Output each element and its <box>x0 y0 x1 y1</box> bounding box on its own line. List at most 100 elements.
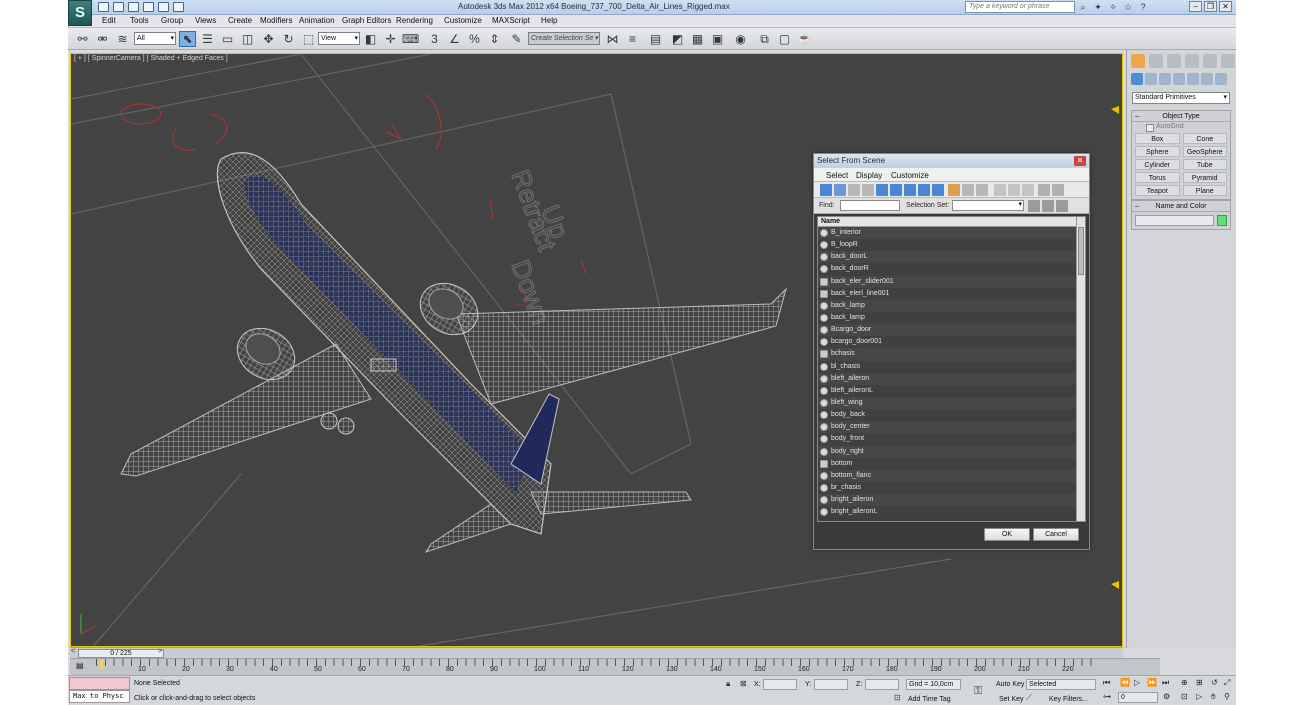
edit-named-selection-icon[interactable]: ✎ <box>508 31 525 47</box>
minimize-icon[interactable]: – <box>1189 1 1202 12</box>
pan-icon[interactable]: ✋︎ <box>1211 692 1216 702</box>
select-and-rotate-icon[interactable]: ↻ <box>280 31 297 47</box>
display-invert-icon[interactable] <box>976 184 988 196</box>
autogrid-checkbox[interactable]: AutoGrid <box>1132 122 1230 132</box>
dialog-title-bar[interactable]: Select From Scene ✕ <box>814 154 1089 168</box>
display-tab-icon[interactable] <box>1203 54 1217 68</box>
list-item[interactable]: bottom_flanc <box>818 469 1077 482</box>
display-space-warps-icon[interactable] <box>890 184 902 196</box>
list-item[interactable]: bleft_aileron <box>818 372 1077 385</box>
menu-tools[interactable]: Tools <box>130 16 149 25</box>
list-item[interactable]: back_doorR <box>818 263 1077 276</box>
menu-create[interactable]: Create <box>228 16 252 25</box>
orbit-icon[interactable]: ↺ <box>1211 678 1218 687</box>
render-production-icon[interactable]: ☕ <box>796 31 813 47</box>
rendered-frame-window-icon[interactable]: ▢ <box>776 31 793 47</box>
maxscript-listener-output[interactable] <box>69 677 130 690</box>
window-crossing-icon[interactable]: ◫ <box>239 31 256 47</box>
shapes-icon[interactable] <box>1145 73 1157 85</box>
align-icon[interactable]: ≡ <box>624 31 641 47</box>
filter-icon[interactable] <box>1038 184 1050 196</box>
list-item[interactable]: body_center <box>818 421 1077 434</box>
menu-help[interactable]: Help <box>541 16 557 25</box>
search-input[interactable]: Type a keyword or phrase <box>965 1 1075 13</box>
cone-button[interactable]: Cone <box>1182 133 1227 144</box>
display-geometry-icon[interactable] <box>820 184 832 196</box>
app-logo-icon[interactable]: S <box>68 0 92 26</box>
set-key-icon[interactable]: ⟋ <box>1026 693 1032 703</box>
display-lights-icon[interactable] <box>848 184 860 196</box>
display-groups-icon[interactable] <box>904 184 916 196</box>
add-to-selection-set-icon[interactable] <box>1042 200 1054 212</box>
time-configuration-icon[interactable]: ⚙ <box>1163 692 1170 701</box>
restore-icon[interactable]: ❐ <box>1204 1 1217 12</box>
previous-frame-icon[interactable]: ⏪ <box>1120 678 1130 687</box>
select-manipulate-icon[interactable]: ✛ <box>382 31 399 47</box>
name-and-color-title[interactable]: Name and Color <box>1132 201 1230 212</box>
subscription-icon[interactable]: ✦ <box>1093 2 1103 12</box>
render-setup-icon[interactable]: ⧉ <box>756 31 773 47</box>
selection-filter-dropdown[interactable]: All <box>134 32 176 45</box>
spinner-snap-icon[interactable]: ⇕ <box>486 31 503 47</box>
list-item[interactable]: B_interior <box>818 227 1077 240</box>
list-item[interactable]: body_back <box>818 409 1077 422</box>
list-item[interactable]: back_elerl_line001 <box>818 287 1077 300</box>
walk-through-icon[interactable]: ⚲ <box>1224 692 1230 701</box>
mirror-icon[interactable]: ⋈ <box>604 31 621 47</box>
cylinder-button[interactable]: Cylinder <box>1135 159 1180 170</box>
absolute-mode-icon[interactable]: ⊠ <box>740 679 747 688</box>
favorites-star-icon[interactable]: ☆ <box>1123 2 1133 12</box>
object-color-swatch[interactable] <box>1217 215 1227 226</box>
snaps-toggle-icon[interactable]: 3 <box>426 31 443 47</box>
key-icon[interactable]: ⚿ <box>974 685 982 698</box>
key-mode-toggle-icon[interactable]: ⊶ <box>1103 692 1111 701</box>
x-coordinate-field[interactable] <box>763 679 797 690</box>
list-item[interactable]: bl_chasis <box>818 360 1077 373</box>
selection-set-dropdown[interactable] <box>952 200 1024 211</box>
list-item[interactable]: bright_aileron <box>818 494 1077 507</box>
close-icon[interactable]: ✕ <box>1074 156 1086 166</box>
select-and-scale-icon[interactable]: ⬚ <box>300 31 317 47</box>
create-tab-icon[interactable] <box>1131 54 1145 68</box>
next-frame-icon[interactable]: ⏩ <box>1147 678 1157 687</box>
create-selection-set-icon[interactable] <box>1028 200 1040 212</box>
zoom-all-icon[interactable]: ⊞ <box>1196 678 1203 687</box>
box-button[interactable]: Box <box>1135 133 1180 144</box>
motion-tab-icon[interactable] <box>1185 54 1199 68</box>
curve-editor-icon[interactable]: ▦ <box>689 31 706 47</box>
dialog-menu-customize[interactable]: Customize <box>891 171 929 180</box>
selection-lock-icon[interactable]: 🔒︎ <box>726 679 730 689</box>
set-key-button[interactable]: Set Key <box>999 696 1024 703</box>
object-name-field[interactable] <box>1135 215 1215 226</box>
ok-button[interactable]: OK <box>984 528 1030 541</box>
modify-tab-icon[interactable] <box>1149 54 1163 68</box>
cameras-icon[interactable] <box>1173 73 1185 85</box>
menu-animation[interactable]: Animation <box>299 16 335 25</box>
hierarchy-tab-icon[interactable] <box>1167 54 1181 68</box>
list-item[interactable]: bright_aileronL <box>818 506 1077 519</box>
geometry-icon[interactable] <box>1131 73 1143 85</box>
select-object-icon[interactable]: ⬉ <box>179 31 196 47</box>
pyramid-button[interactable]: Pyramid <box>1182 172 1227 183</box>
maximize-viewport-icon[interactable]: ⤢ <box>1224 678 1230 688</box>
menu-graph-editors[interactable]: Graph Editors <box>342 16 391 25</box>
dialog-menu-display[interactable]: Display <box>856 171 882 180</box>
select-and-link-icon[interactable]: ⚯ <box>74 31 91 47</box>
object-type-title[interactable]: Object Type <box>1132 111 1230 122</box>
pivot-center-icon[interactable]: ◧ <box>362 31 379 47</box>
select-all-icon[interactable] <box>994 184 1006 196</box>
play-icon[interactable]: ▷ <box>1134 678 1140 687</box>
y-coordinate-field[interactable] <box>814 679 848 690</box>
rectangular-selection-icon[interactable]: ▭ <box>219 31 236 47</box>
hold-icon[interactable] <box>173 2 184 12</box>
close-icon[interactable]: ✕ <box>1219 1 1232 12</box>
list-scrollbar-thumb[interactable] <box>1078 227 1084 275</box>
angle-snap-icon[interactable]: ∠ <box>446 31 463 47</box>
add-time-tag-button[interactable]: Add Time Tag <box>908 696 951 703</box>
menu-group[interactable]: Group <box>161 16 183 25</box>
display-all-icon[interactable] <box>948 184 960 196</box>
list-item[interactable]: bottom <box>818 457 1077 470</box>
auto-key-button[interactable]: Auto Key <box>996 681 1024 688</box>
new-file-icon[interactable] <box>98 2 109 12</box>
current-frame-field[interactable]: 0 <box>1118 692 1158 703</box>
